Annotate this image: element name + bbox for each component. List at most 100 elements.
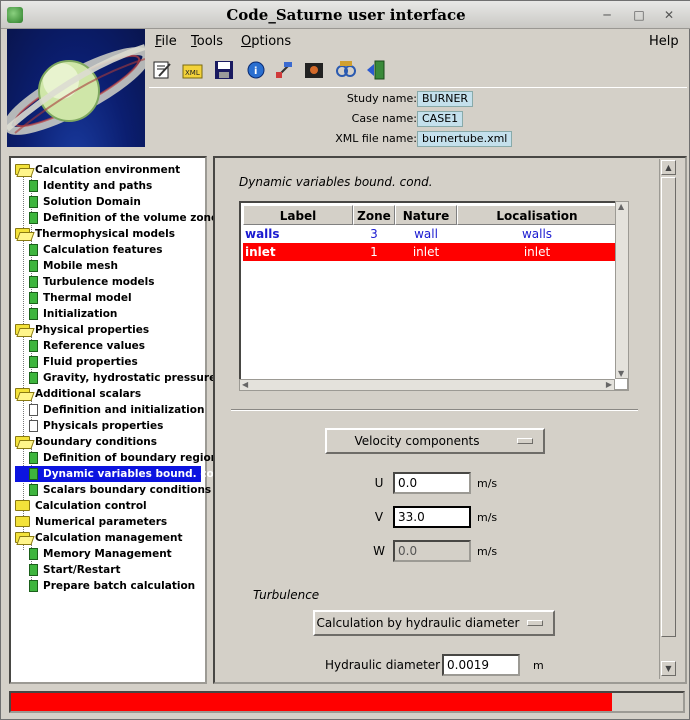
- separator: [231, 409, 638, 411]
- page-icon: [29, 308, 38, 320]
- scroll-left-icon[interactable]: ◀: [242, 380, 248, 389]
- w-input[interactable]: [393, 540, 471, 562]
- v-label: V: [374, 510, 384, 524]
- velocity-components-select[interactable]: Velocity components: [325, 428, 545, 454]
- open-xml-icon[interactable]: XML: [181, 59, 203, 81]
- table-horizontal-scrollbar[interactable]: ◀ ▶: [239, 379, 615, 391]
- folder-open-icon: [15, 388, 30, 399]
- page-icon: [29, 372, 38, 384]
- turbulence-method-value: Calculation by hydraulic diameter: [316, 616, 520, 630]
- page-icon: [29, 420, 38, 432]
- xml-file-label: XML file name:: [335, 132, 417, 145]
- status-bar: [9, 691, 685, 713]
- tree-item-dynamic-variables[interactable]: Dynamic variables bound. cond.: [11, 466, 233, 482]
- minimize-icon[interactable]: ─: [599, 7, 615, 23]
- page-icon: [29, 580, 38, 592]
- menu-file[interactable]: File: [155, 34, 177, 49]
- info-icon[interactable]: i: [245, 59, 267, 81]
- column-header-localisation[interactable]: Localisation: [457, 205, 617, 225]
- close-icon[interactable]: ✕: [661, 7, 677, 23]
- column-header-nature[interactable]: Nature: [395, 205, 457, 225]
- page-icon: [29, 196, 38, 208]
- study-info: Study name: BURNER Case name: CASE1 XML …: [149, 87, 687, 149]
- v-unit: m/s: [477, 511, 498, 524]
- folder-icon: [15, 516, 30, 527]
- folder-open-icon: [15, 532, 30, 543]
- table-vertical-scrollbar[interactable]: ▲ ▼: [615, 201, 629, 379]
- page-icon: [29, 212, 38, 224]
- menu-help[interactable]: Help: [649, 34, 679, 49]
- page-icon: [29, 452, 38, 464]
- svg-text:i: i: [254, 66, 257, 77]
- menu-tools[interactable]: Tools: [191, 34, 223, 49]
- table-row[interactable]: walls 3 wall walls: [243, 225, 613, 243]
- page-icon: [29, 244, 38, 256]
- column-header-label[interactable]: Label: [243, 205, 353, 225]
- cell-zone: 1: [370, 245, 378, 259]
- hydraulic-diameter-unit: m: [533, 659, 544, 672]
- u-input[interactable]: [393, 472, 471, 494]
- folder-icon: [15, 500, 30, 511]
- turbulence-method-select[interactable]: Calculation by hydraulic diameter: [313, 610, 555, 636]
- combo-indicator-icon: [527, 620, 543, 626]
- page-icon: [29, 564, 38, 576]
- cell-nature: inlet: [412, 245, 440, 259]
- screenshot-icon[interactable]: [303, 59, 325, 81]
- identity-icon[interactable]: [335, 59, 357, 81]
- main-window: Code_Saturne user interface ─ □ ✕ File T…: [0, 0, 690, 720]
- case-name-value: CASE1: [417, 111, 464, 127]
- edit-icon[interactable]: [151, 59, 173, 81]
- scroll-down-icon[interactable]: ▼: [661, 661, 676, 676]
- cell-localisation: walls: [521, 227, 553, 241]
- status-progress-fill: [11, 693, 613, 711]
- hydraulic-diameter-label: Hydraulic diameter: [325, 658, 441, 672]
- boundary-table: Label Zone Nature Localisation walls 3 w…: [239, 201, 629, 391]
- page-icon: [29, 180, 38, 192]
- navigation-tree: Calculation environment Identity and pat…: [9, 156, 233, 684]
- combo-indicator-icon: [517, 438, 533, 444]
- scroll-up-icon[interactable]: ▲: [618, 202, 624, 211]
- exit-icon[interactable]: [365, 59, 387, 81]
- velocity-components-value: Velocity components: [354, 434, 480, 448]
- u-unit: m/s: [477, 477, 498, 490]
- cell-localisation: inlet: [523, 245, 551, 259]
- page-icon: [29, 548, 38, 560]
- page-icon: [29, 468, 38, 480]
- scroll-down-icon[interactable]: ▼: [618, 369, 624, 378]
- v-input[interactable]: [393, 506, 471, 528]
- content-vertical-scrollbar[interactable]: ▲ ▼: [659, 159, 677, 679]
- scrollbar-thumb[interactable]: [661, 177, 676, 637]
- maximize-icon[interactable]: □: [631, 7, 647, 23]
- case-name-label: Case name:: [351, 112, 417, 125]
- menu-bar: File Tools Options Help: [149, 31, 687, 55]
- scroll-up-icon[interactable]: ▲: [661, 160, 676, 175]
- scroll-right-icon[interactable]: ▶: [606, 380, 612, 389]
- hydraulic-diameter-input[interactable]: [442, 654, 520, 676]
- w-unit: m/s: [477, 545, 498, 558]
- code-saturne-logo: [7, 29, 145, 147]
- folder-open-icon: [15, 324, 30, 335]
- menu-options[interactable]: Options: [241, 34, 291, 49]
- u-label: U: [374, 476, 384, 490]
- w-label: W: [373, 544, 385, 558]
- study-name-label: Study name:: [346, 92, 417, 105]
- title-bar[interactable]: Code_Saturne user interface ─ □ ✕: [1, 1, 690, 29]
- cell-label: walls: [245, 227, 280, 241]
- cell-nature: wall: [414, 227, 438, 241]
- page-icon: [29, 356, 38, 368]
- folder-open-icon: [15, 164, 30, 175]
- section-title: Dynamic variables bound. cond.: [239, 175, 433, 189]
- table-row-selected[interactable]: inlet 1 inlet inlet: [243, 243, 615, 261]
- study-name-value: BURNER: [417, 91, 474, 107]
- xml-file-value: burnertube.xml: [417, 131, 513, 147]
- save-icon[interactable]: [213, 59, 235, 81]
- page-icon: [29, 484, 38, 496]
- page-icon: [29, 404, 38, 416]
- turbulence-title: Turbulence: [253, 588, 320, 602]
- window-title: Code_Saturne user interface: [226, 6, 466, 24]
- column-header-zone[interactable]: Zone: [353, 205, 395, 225]
- cell-zone: 3: [370, 227, 378, 241]
- satellite-icon[interactable]: [273, 59, 295, 81]
- svg-text:XML: XML: [185, 69, 200, 77]
- page-icon: [29, 260, 38, 272]
